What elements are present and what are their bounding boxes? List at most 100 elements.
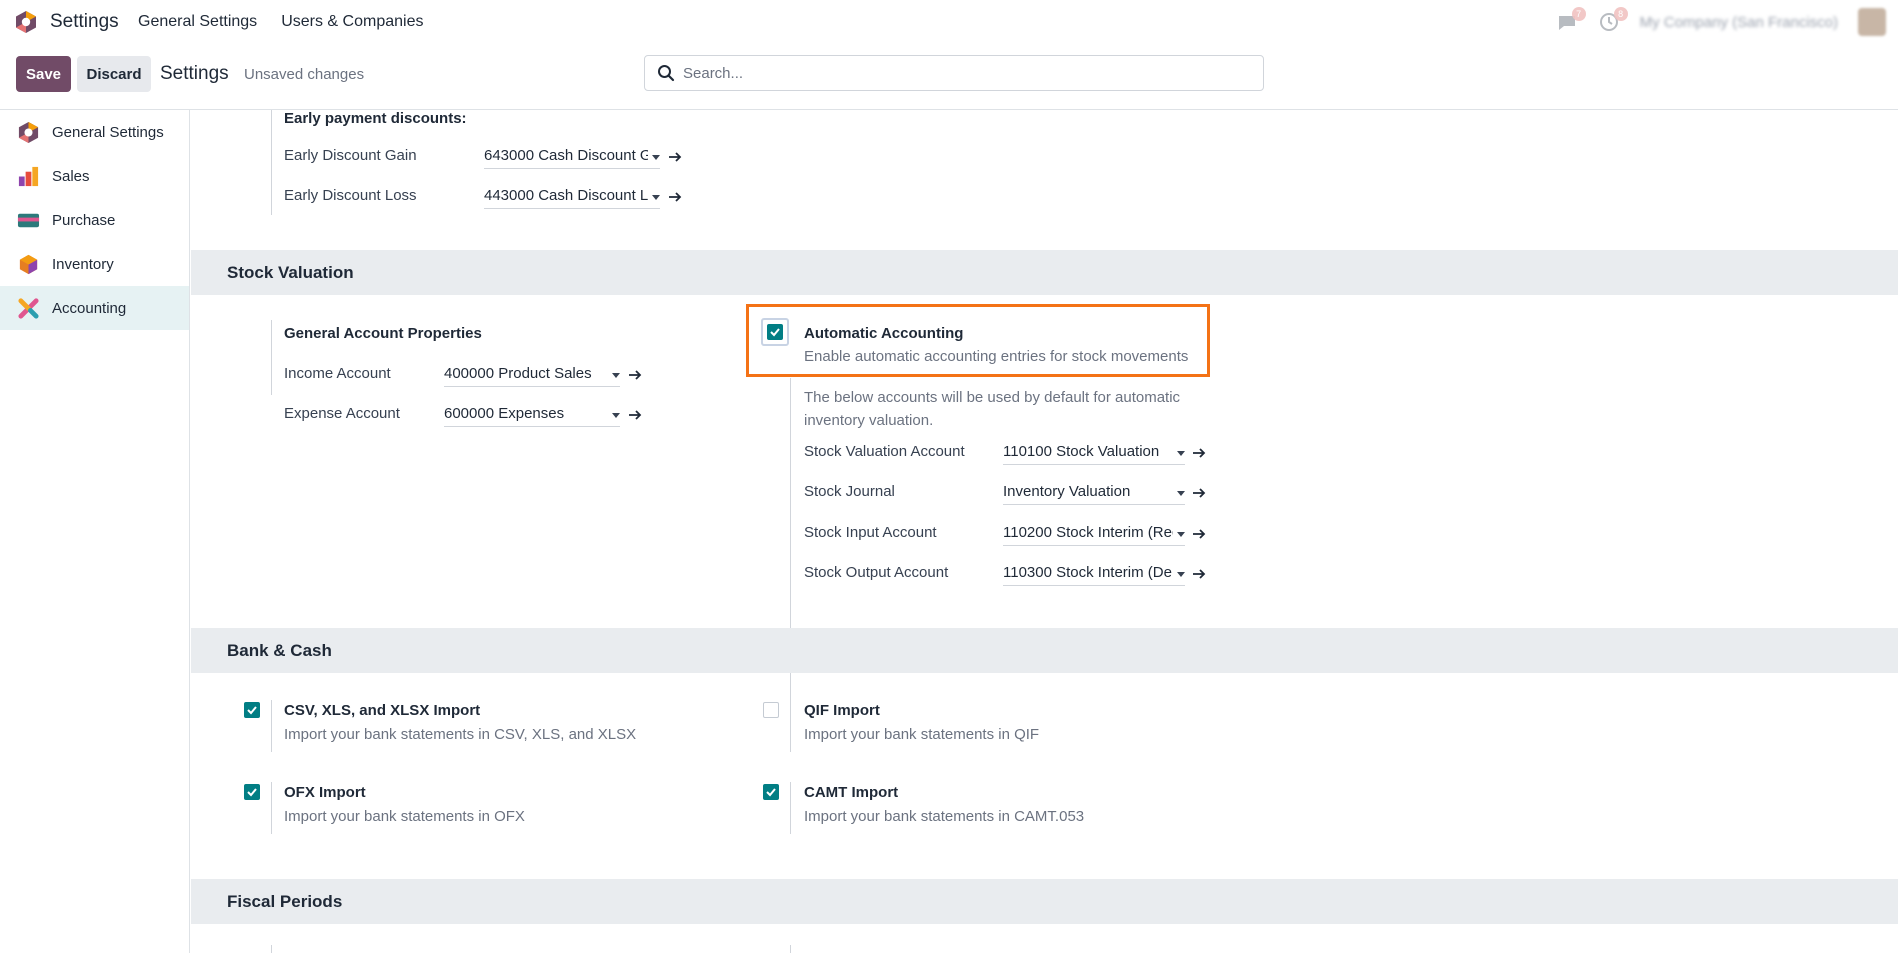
- csv-import-description: Import your bank statements in CSV, XLS,…: [284, 726, 637, 743]
- stock-input-account-field[interactable]: 110200 Stock Interim (Received): [1003, 522, 1185, 546]
- income-account-label: Income Account: [284, 365, 391, 382]
- messages-badge: 7: [1571, 7, 1586, 21]
- income-account-field[interactable]: 400000 Product Sales: [444, 363, 620, 387]
- sidebar-item-purchase[interactable]: Purchase: [0, 198, 189, 242]
- dropdown-caret-icon: [612, 373, 620, 378]
- automatic-accounting-note-line2: inventory valuation.: [804, 412, 934, 429]
- stock-valuation-account-value: 110100 Stock Valuation: [1003, 443, 1160, 460]
- early-discount-gain-value: 643000 Cash Discount Gain: [484, 147, 648, 164]
- section-title: Bank & Cash: [227, 641, 332, 660]
- expense-account-field[interactable]: 600000 Expenses: [444, 403, 620, 427]
- early-discount-loss-value: 443000 Cash Discount Loss: [484, 187, 648, 204]
- activity-badge: 8: [1613, 7, 1628, 21]
- expense-account-value: 600000 Expenses: [444, 405, 565, 422]
- stock-input-account-label: Stock Input Account: [804, 524, 937, 541]
- ofx-import-checkbox[interactable]: [244, 784, 260, 800]
- income-account-value: 400000 Product Sales: [444, 365, 592, 382]
- early-discount-gain-field[interactable]: 643000 Cash Discount Gain: [484, 145, 660, 169]
- qif-import-checkbox[interactable]: [763, 702, 779, 718]
- internal-link-arrow-icon[interactable]: [1191, 566, 1207, 582]
- control-panel: Save Discard Settings Unsaved changes: [0, 44, 1898, 110]
- section-title: Fiscal Periods: [227, 892, 343, 911]
- internal-link-arrow-icon[interactable]: [627, 367, 643, 383]
- menu-general-settings[interactable]: General Settings: [138, 13, 257, 31]
- ofx-import-description: Import your bank statements in OFX: [284, 808, 525, 825]
- camt-import-description: Import your bank statements in CAMT.053: [804, 808, 1085, 825]
- company-switcher[interactable]: My Company (San Francisco): [1640, 14, 1838, 31]
- menu-users-companies[interactable]: Users & Companies: [281, 13, 423, 31]
- check-icon: [770, 328, 780, 337]
- internal-link-arrow-icon[interactable]: [627, 407, 643, 423]
- automatic-accounting-checkbox[interactable]: [767, 324, 783, 340]
- purchase-app-icon: [17, 213, 40, 227]
- user-avatar[interactable]: [1858, 8, 1886, 36]
- stock-valuation-account-field[interactable]: 110100 Stock Valuation: [1003, 441, 1185, 465]
- camt-import-title: CAMT Import: [804, 784, 899, 801]
- setting-divider: [271, 945, 272, 953]
- settings-content: Early payment discounts: Early Discount …: [191, 110, 1898, 953]
- accounting-app-icon: [18, 297, 39, 319]
- sidebar-item-sales[interactable]: Sales: [0, 154, 189, 198]
- automatic-accounting-description: Enable automatic accounting entries for …: [804, 348, 1189, 365]
- main-menu: General Settings Users & Companies: [138, 13, 423, 31]
- sidebar-item-accounting[interactable]: Accounting: [0, 286, 189, 330]
- early-payment-heading: Early payment discounts:: [284, 110, 467, 127]
- ofx-import-title: OFX Import: [284, 784, 366, 801]
- dropdown-caret-icon: [1177, 451, 1185, 456]
- early-discount-loss-field[interactable]: 443000 Cash Discount Loss: [484, 185, 660, 209]
- activity-clock-icon[interactable]: 8: [1598, 7, 1628, 33]
- setting-divider: [271, 320, 272, 395]
- sidebar-item-label: Purchase: [52, 211, 116, 229]
- stock-output-account-value: 110300 Stock Interim (Delivered): [1003, 564, 1173, 581]
- stock-output-account-field[interactable]: 110300 Stock Interim (Delivered): [1003, 562, 1185, 586]
- unsaved-changes-status: Unsaved changes: [244, 66, 365, 83]
- stock-journal-field[interactable]: Inventory Valuation: [1003, 481, 1185, 505]
- top-navbar: Settings General Settings Users & Compan…: [0, 0, 1898, 44]
- stock-output-account-label: Stock Output Account: [804, 564, 949, 581]
- internal-link-arrow-icon[interactable]: [1191, 445, 1207, 461]
- sales-app-icon: [18, 166, 39, 186]
- sidebar-item-label: Sales: [52, 167, 90, 185]
- early-discount-gain-label: Early Discount Gain: [284, 147, 417, 164]
- messages-icon[interactable]: 7: [1556, 7, 1586, 33]
- sidebar-item-inventory[interactable]: Inventory: [0, 242, 189, 286]
- expense-account-label: Expense Account: [284, 405, 400, 422]
- stock-valuation-account-label: Stock Valuation Account: [804, 443, 965, 460]
- sidebar-item-label: Inventory: [52, 255, 114, 273]
- general-account-properties-heading: General Account Properties: [284, 325, 482, 342]
- settings-sidebar: General Settings Sales Purchase Inventor…: [0, 110, 190, 953]
- internal-link-arrow-icon[interactable]: [1191, 485, 1207, 501]
- search-box[interactable]: [644, 55, 1264, 91]
- odoo-logo-icon[interactable]: [14, 10, 38, 34]
- early-discount-loss-label: Early Discount Loss: [284, 187, 417, 204]
- dropdown-caret-icon: [652, 155, 660, 160]
- internal-link-arrow-icon[interactable]: [1191, 526, 1207, 542]
- sidebar-item-general-settings[interactable]: General Settings: [0, 110, 189, 154]
- search-input[interactable]: [683, 64, 1243, 82]
- csv-import-checkbox[interactable]: [244, 702, 260, 718]
- breadcrumb-title: Settings: [160, 63, 229, 84]
- dropdown-caret-icon: [1177, 491, 1185, 496]
- setting-divider: [790, 782, 791, 834]
- dropdown-caret-icon: [612, 413, 620, 418]
- sidebar-item-label: General Settings: [52, 123, 164, 141]
- setting-divider: [790, 945, 791, 953]
- settings-app-icon: [18, 121, 39, 143]
- section-title: Stock Valuation: [227, 263, 354, 282]
- dropdown-caret-icon: [1177, 532, 1185, 537]
- section-header-fiscal-periods: Fiscal Periods: [191, 879, 1898, 924]
- csv-import-title: CSV, XLS, and XLSX Import: [284, 702, 481, 719]
- discard-button[interactable]: Discard: [77, 56, 151, 92]
- setting-divider: [790, 700, 791, 752]
- app-title[interactable]: Settings: [50, 11, 119, 33]
- camt-import-checkbox[interactable]: [763, 784, 779, 800]
- check-icon: [766, 788, 776, 797]
- save-button[interactable]: Save: [16, 56, 71, 92]
- section-header-stock-valuation: Stock Valuation: [191, 250, 1898, 295]
- qif-import-title: QIF Import: [804, 702, 880, 719]
- internal-link-arrow-icon[interactable]: [667, 149, 683, 165]
- stock-journal-label: Stock Journal: [804, 483, 895, 500]
- setting-divider: [271, 700, 272, 752]
- internal-link-arrow-icon[interactable]: [667, 189, 683, 205]
- check-icon: [247, 788, 257, 797]
